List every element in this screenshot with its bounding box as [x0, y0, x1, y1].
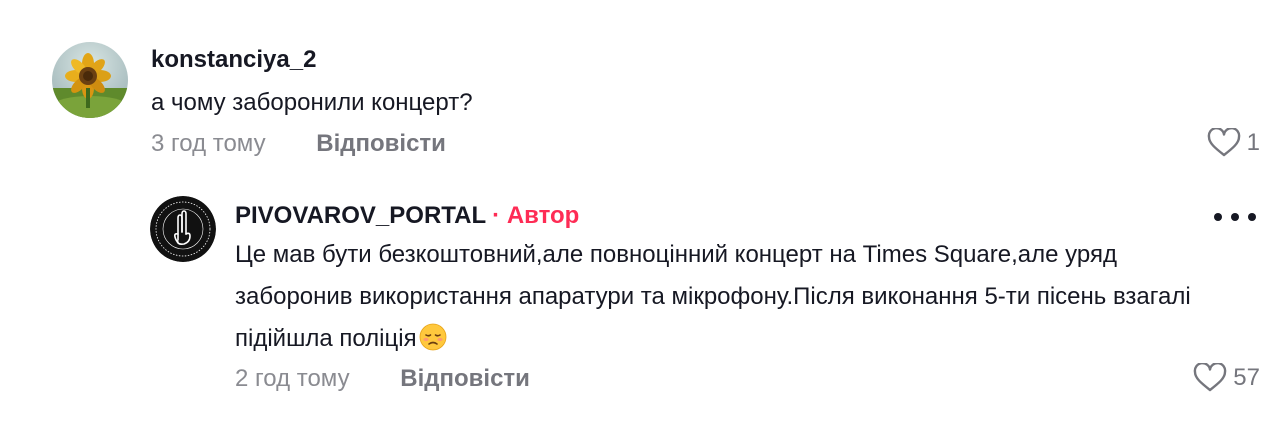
more-options-icon[interactable]	[1214, 210, 1256, 224]
comment-time: 2 год тому	[235, 365, 350, 392]
comment-time: 3 год тому	[151, 130, 266, 157]
heart-icon	[1207, 128, 1240, 157]
reply-button[interactable]: Відповісти	[400, 365, 530, 393]
sunflower-avatar-icon	[52, 42, 128, 118]
comment-username[interactable]: konstanciya_2	[151, 46, 316, 74]
avatar[interactable]	[52, 42, 128, 118]
like-count: 1	[1246, 129, 1260, 156]
comment-meta: 2 год тому Відповісти	[235, 365, 530, 393]
like-button[interactable]: 1	[1207, 128, 1260, 158]
reply-button[interactable]: Відповісти	[316, 130, 446, 158]
comment-body: Це мав бути безкоштовний,але повноцінний…	[235, 241, 1191, 352]
hand-gesture-logo-icon	[150, 196, 216, 262]
author-badge: · Автор	[492, 202, 580, 229]
comment-thread: konstanciya_2 а чому заборонили концерт?…	[0, 0, 1280, 423]
disappointed-face-emoji-icon	[419, 323, 446, 351]
heart-icon	[1194, 363, 1227, 392]
like-button[interactable]: 57	[1193, 363, 1260, 393]
comment-username[interactable]: PIVOVAROV_PORTAL · Автор	[235, 202, 579, 230]
comment-text: Це мав бути безкоштовний,але повноцінний…	[235, 234, 1235, 360]
comment-text: а чому заборонили концерт?	[151, 89, 473, 116]
like-count: 57	[1233, 364, 1260, 391]
avatar[interactable]	[150, 196, 216, 262]
username-text[interactable]: PIVOVAROV_PORTAL	[235, 202, 486, 229]
comment-meta: 3 год тому Відповісти	[151, 130, 446, 158]
